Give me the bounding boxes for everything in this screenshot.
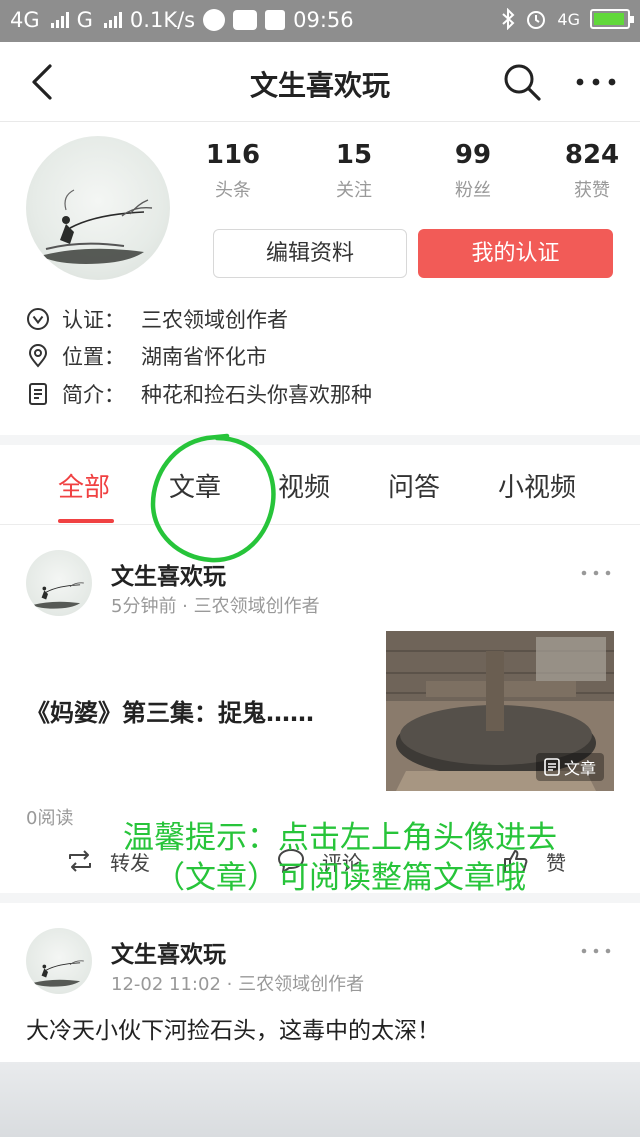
edit-profile-button[interactable]: 编辑资料 <box>213 229 407 278</box>
section-divider <box>0 435 640 445</box>
alarm-icon <box>527 11 546 29</box>
tab-qa[interactable]: 问答 <box>388 467 440 504</box>
post-image-preview[interactable] <box>0 1062 640 1137</box>
post-thumbnail[interactable]: 文章 <box>386 631 614 791</box>
more-options-icon[interactable] <box>570 60 622 104</box>
stat-value: 824 <box>564 140 620 170</box>
stat-label: 获赞 <box>574 180 610 201</box>
info-key: 简介： <box>62 383 125 407</box>
location-pin-icon <box>28 344 48 368</box>
app-notification-icon <box>203 9 226 31</box>
info-key: 认证： <box>62 308 125 332</box>
post-title[interactable]: 《妈婆》第三集：捉鬼…… <box>26 693 314 728</box>
profile-avatar[interactable] <box>26 136 170 280</box>
info-key: 位置： <box>62 345 125 369</box>
post-more-icon[interactable] <box>580 566 612 580</box>
post-author-name[interactable]: 文生喜欢玩 <box>111 935 226 969</box>
page-title: 文生喜欢玩 <box>249 69 390 102</box>
stat-label: 关注 <box>336 180 372 201</box>
article-badge-label: 文章 <box>563 759 596 778</box>
active-tab-indicator <box>58 519 114 523</box>
status-bar: 4G G 0.1K/s 09:56 4G <box>0 0 640 42</box>
post-more-icon[interactable] <box>580 944 612 958</box>
ink-painting-avatar-image <box>32 582 84 609</box>
post-meta: 5分钟前 · 三农领域创作者 <box>111 596 320 617</box>
clock-time: 09:56 <box>293 8 354 32</box>
bluetooth-icon <box>502 8 515 30</box>
network-type-label: 4G <box>10 8 40 32</box>
verified-icon <box>27 308 49 330</box>
stat-value: 15 <box>335 140 373 170</box>
top-nav-bar: 文生喜欢玩 <box>0 42 640 122</box>
document-icon <box>544 758 560 776</box>
search-icon[interactable] <box>500 60 544 104</box>
battery-icon <box>590 9 634 29</box>
post-author-avatar[interactable] <box>26 550 92 616</box>
stat-label: 头条 <box>215 180 251 201</box>
annotation-tip-text: 温馨提示：点击左上角头像进去（文章）可阅读整篇文章哦 <box>123 820 557 896</box>
network-speed: 0.1K/s <box>129 8 196 32</box>
wechat-icon <box>233 10 258 30</box>
my-verification-button[interactable]: 我的认证 <box>418 229 613 278</box>
stat-headlines[interactable]: 116 头条 <box>188 140 278 202</box>
info-row-bio: 简介： 种花和捡石头你喜欢那种 <box>26 379 372 409</box>
info-value: 种花和捡石头你喜欢那种 <box>141 383 372 407</box>
annotation-circle-drawing <box>150 433 276 563</box>
signal-icon-2 <box>103 12 122 28</box>
stat-likes[interactable]: 824 获赞 <box>547 140 637 202</box>
stat-value: 116 <box>205 140 261 170</box>
stat-label: 粉丝 <box>455 180 491 201</box>
network-type-label-2: G <box>76 8 93 32</box>
signal-icon <box>50 12 69 28</box>
tab-all[interactable]: 全部 <box>58 467 110 504</box>
info-row-location: 位置： 湖南省怀化市 <box>26 341 267 371</box>
share-icon <box>69 850 91 872</box>
read-count: 0阅读 <box>26 808 74 829</box>
network-type-label-3: 4G <box>557 9 580 29</box>
gallery-icon <box>265 10 286 30</box>
info-value: 三农领域创作者 <box>141 308 288 332</box>
tab-short-videos[interactable]: 小视频 <box>498 467 576 504</box>
post-text[interactable]: 大冷天小伙下河捡石头，这毒中的太深！ <box>26 1011 440 1045</box>
post-meta: 12-02 11:02 · 三农领域创作者 <box>111 974 365 995</box>
stat-followers[interactable]: 99 粉丝 <box>428 140 518 202</box>
tab-videos[interactable]: 视频 <box>278 467 330 504</box>
stat-following[interactable]: 15 关注 <box>309 140 399 202</box>
info-row-verification: 认证： 三农领域创作者 <box>26 304 288 334</box>
post-author-avatar[interactable] <box>26 928 92 994</box>
content-tabs: 全部 文章 视频 问答 小视频 <box>0 445 640 525</box>
ink-painting-avatar-image <box>32 960 84 987</box>
document-icon <box>29 383 47 405</box>
article-badge: 文章 <box>535 753 604 781</box>
ink-painting-avatar-image <box>40 189 153 264</box>
info-value: 湖南省怀化市 <box>141 345 267 369</box>
stat-value: 99 <box>454 140 492 170</box>
